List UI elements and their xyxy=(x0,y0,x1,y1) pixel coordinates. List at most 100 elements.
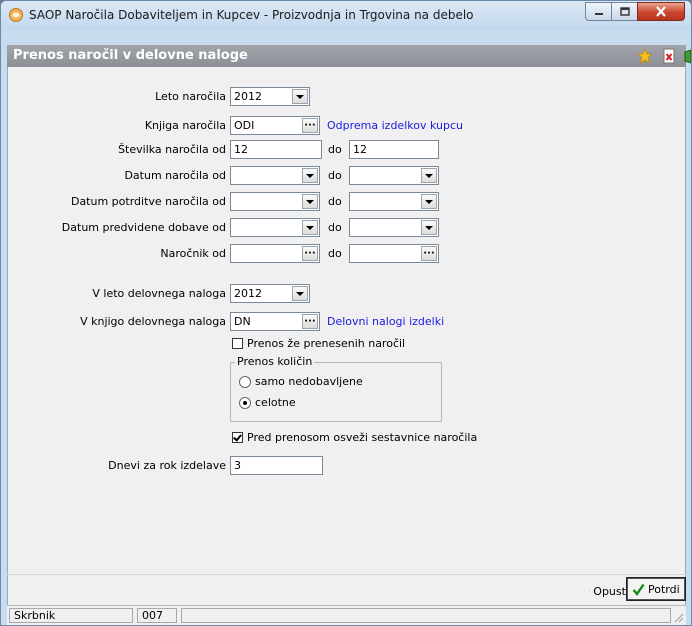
datum-potrditve-od-select[interactable] xyxy=(230,192,320,211)
prenos-prenesenih-label: Prenos že prenesenih naročil xyxy=(247,337,406,350)
datum-narocila-do-select[interactable] xyxy=(349,166,439,185)
knjiga-naloga-input[interactable]: DN ··· xyxy=(230,312,320,331)
prenos-kolicin-group xyxy=(230,362,442,422)
narocnik-od-input[interactable]: ··· xyxy=(230,244,320,263)
leto-narocila-value: 2012 xyxy=(234,90,262,103)
maximize-icon xyxy=(619,7,630,16)
cancel-button-label: Opusti xyxy=(593,584,629,598)
saop-app-icon xyxy=(9,8,23,22)
datum-narocila-label: Datum naročila od xyxy=(124,169,226,182)
knjiga-naloga-value: DN xyxy=(234,315,251,328)
leto-naloga-label: V leto delovnega naloga xyxy=(92,287,226,300)
chevron-down-icon xyxy=(306,199,314,204)
prenos-kolicin-title: Prenos količin xyxy=(235,355,315,368)
knjiga-narocila-input[interactable]: ODI ··· xyxy=(230,116,320,135)
datum-narocila-od-dropdown-button[interactable] xyxy=(302,168,318,183)
knjiga-narocila-value: ODI xyxy=(234,119,255,132)
datum-dobave-do-label: do xyxy=(328,221,342,234)
resize-grip-icon[interactable] xyxy=(672,611,684,623)
dnevi-rok-label: Dnevi za rok izdelave xyxy=(108,459,226,472)
cancel-button[interactable]: Opusti xyxy=(585,580,633,602)
chevron-down-icon xyxy=(425,199,433,204)
confirm-button-label: Potrdi xyxy=(648,582,680,596)
favorite-star-icon[interactable] xyxy=(637,48,653,64)
knjiga-narocila-label: Knjiga naročila xyxy=(144,119,226,132)
ellipsis-icon: ··· xyxy=(304,247,316,259)
datum-potrditve-od-dropdown-button[interactable] xyxy=(302,194,318,209)
radio-samo-nedobavljene-label: samo nedobavljene xyxy=(255,375,363,388)
help-book-icon[interactable] xyxy=(683,48,692,64)
chevron-down-icon xyxy=(425,173,433,178)
stevilka-od-value: 12 xyxy=(234,143,248,156)
radio-celotne-label: celotne xyxy=(255,396,296,409)
leto-narocila-select[interactable]: 2012 xyxy=(230,87,310,106)
osvezi-sestavnice-checkbox[interactable] xyxy=(232,432,243,443)
chevron-down-icon xyxy=(425,225,433,230)
dnevi-rok-value: 3 xyxy=(234,459,241,472)
application-window: SAOP Naročila Dobaviteljem in Kupcev - P… xyxy=(0,0,692,626)
minimize-icon xyxy=(594,12,603,15)
leto-naloga-value: 2012 xyxy=(234,287,262,300)
close-icon xyxy=(656,6,666,17)
datum-dobave-do-dropdown-button[interactable] xyxy=(421,220,437,235)
document-close-icon[interactable] xyxy=(661,48,677,64)
stevilka-do-value: 12 xyxy=(353,143,367,156)
stevilka-od-label: Številka naročila od xyxy=(118,143,226,156)
dnevi-rok-input[interactable]: 3 xyxy=(230,456,323,475)
ellipsis-icon: ··· xyxy=(304,119,316,131)
prenos-prenesenih-checkbox[interactable] xyxy=(232,338,243,349)
chevron-down-icon xyxy=(296,291,304,296)
knjiga-naloga-browse-button[interactable]: ··· xyxy=(302,314,318,329)
datum-potrditve-label: Datum potrditve naročila od xyxy=(70,195,226,208)
leto-naloga-select[interactable]: 2012 xyxy=(230,284,310,303)
narocnik-label: Naročnik od xyxy=(160,247,226,260)
osvezi-sestavnice-label: Pred prenosom osveži sestavnice naročila xyxy=(247,431,478,444)
maximize-button[interactable] xyxy=(611,2,638,21)
checkmark-icon xyxy=(632,583,645,596)
chevron-down-icon xyxy=(306,173,314,178)
minimize-button[interactable] xyxy=(585,2,612,21)
datum-dobave-od-select[interactable] xyxy=(230,218,320,237)
confirm-button[interactable]: Potrdi xyxy=(626,577,686,601)
ellipsis-icon: ··· xyxy=(423,247,435,259)
title-bar[interactable]: SAOP Naročila Dobaviteljem in Kupcev - P… xyxy=(1,1,691,29)
knjiga-narocila-description: Odprema izdelkov kupcu xyxy=(327,119,463,132)
narocnik-do-input[interactable]: ··· xyxy=(349,244,439,263)
datum-narocila-od-select[interactable] xyxy=(230,166,320,185)
button-bar-divider xyxy=(7,574,686,575)
datum-dobave-od-dropdown-button[interactable] xyxy=(302,220,318,235)
datum-narocila-do-dropdown-button[interactable] xyxy=(421,168,437,183)
datum-potrditve-do-select[interactable] xyxy=(349,192,439,211)
status-code: 007 xyxy=(137,608,177,623)
window-frame-right xyxy=(686,29,691,625)
ellipsis-icon: ··· xyxy=(304,315,316,327)
chevron-down-icon xyxy=(296,94,304,99)
knjiga-naloga-label: V knjigo delovnega naloga xyxy=(80,315,226,328)
leto-narocila-label: Leto naročila xyxy=(155,90,226,103)
radio-celotne[interactable] xyxy=(239,397,251,409)
status-extra xyxy=(181,608,671,623)
narocnik-od-browse-button[interactable]: ··· xyxy=(302,246,318,261)
status-user: Skrbnik xyxy=(9,608,133,623)
form-header: Prenos naročil v delovne naloge xyxy=(7,45,691,67)
knjiga-naloga-description: Delovni nalogi izdelki xyxy=(327,315,445,328)
leto-naloga-dropdown-button[interactable] xyxy=(292,286,308,301)
datum-dobave-do-select[interactable] xyxy=(349,218,439,237)
datum-potrditve-do-dropdown-button[interactable] xyxy=(421,194,437,209)
datum-dobave-label: Datum predvidene dobave od xyxy=(61,221,226,234)
leto-narocila-dropdown-button[interactable] xyxy=(292,89,308,104)
stevilka-do-input[interactable]: 12 xyxy=(349,140,439,159)
status-bar: Skrbnik 007 xyxy=(7,605,686,625)
narocnik-do-label: do xyxy=(328,247,342,260)
close-button[interactable] xyxy=(637,2,685,21)
form-title: Prenos naročil v delovne naloge xyxy=(13,48,248,63)
narocnik-do-browse-button[interactable]: ··· xyxy=(421,246,437,261)
window-title: SAOP Naročila Dobaviteljem in Kupcev - P… xyxy=(29,8,474,22)
window-frame xyxy=(7,29,686,45)
knjiga-narocila-browse-button[interactable]: ··· xyxy=(302,118,318,133)
chevron-down-icon xyxy=(306,225,314,230)
stevilka-od-input[interactable]: 12 xyxy=(230,140,322,159)
datum-narocila-do-label: do xyxy=(328,169,342,182)
stevilka-do-label: do xyxy=(328,143,342,156)
radio-samo-nedobavljene[interactable] xyxy=(239,376,251,388)
